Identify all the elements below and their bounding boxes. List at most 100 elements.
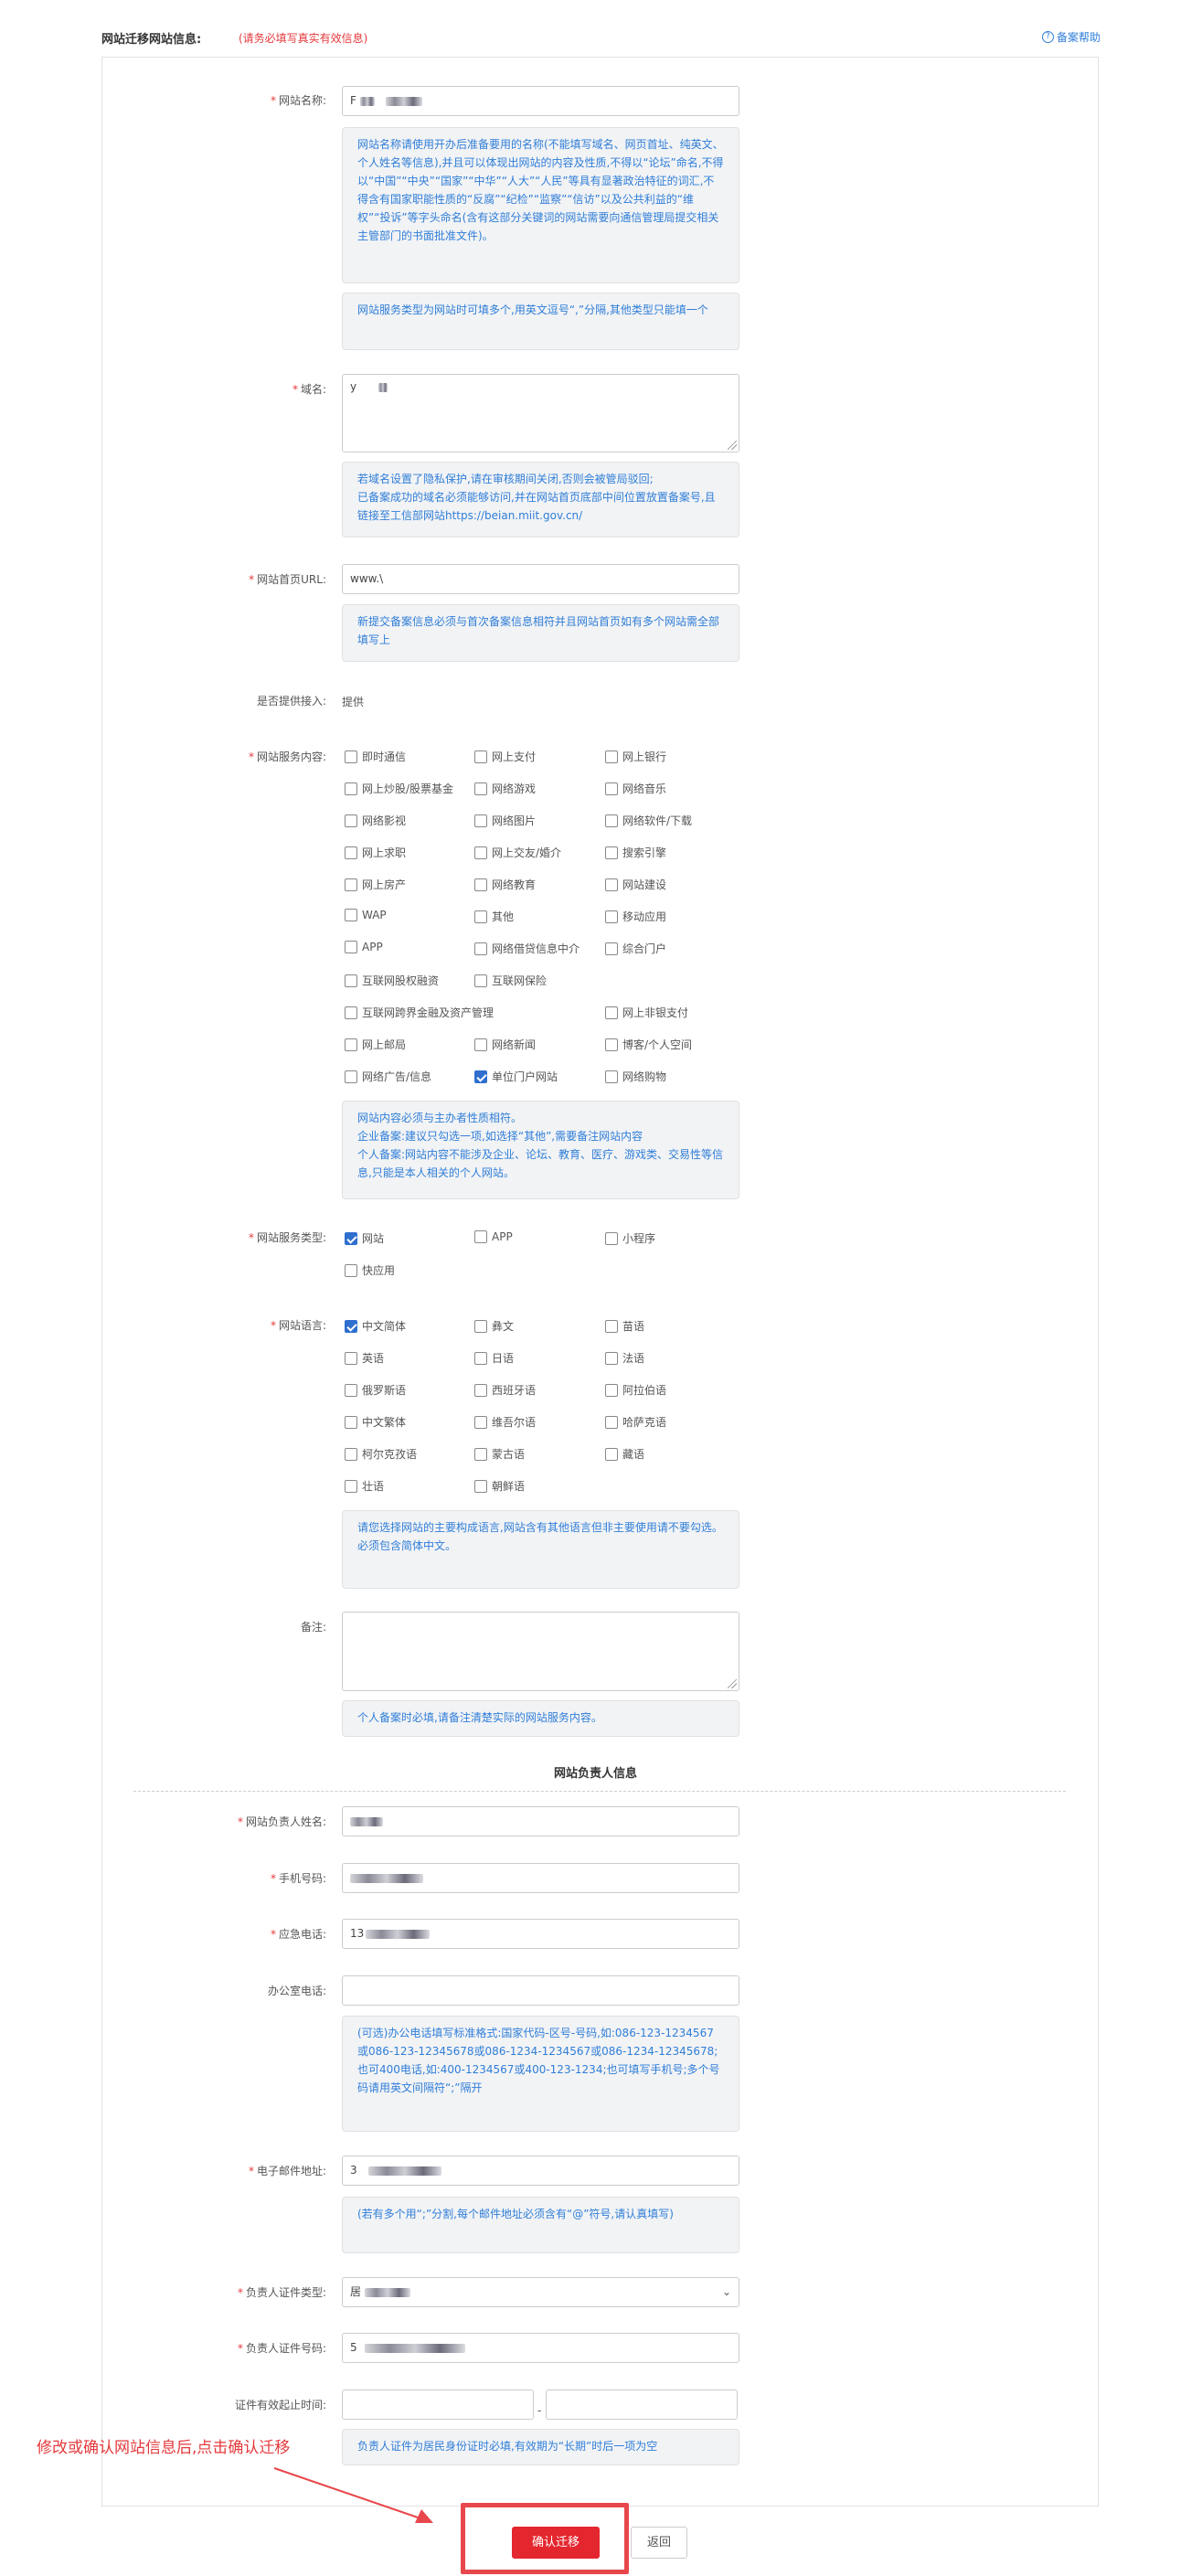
service-type-checkbox[interactable]: 网站 <box>345 1230 384 1246</box>
language-checkbox[interactable]: 中文繁体 <box>345 1414 406 1430</box>
service-content-checkbox[interactable]: 单位门户网站 <box>474 1069 558 1084</box>
checkbox-icon[interactable] <box>605 1006 618 1019</box>
service-content-checkbox[interactable]: 网上炒股/股票基金 <box>345 781 453 796</box>
service-content-checkbox[interactable]: 互联网跨界金融及资产管理 <box>345 1005 494 1020</box>
checkbox-icon[interactable] <box>474 910 487 923</box>
checkbox-icon[interactable] <box>345 782 357 795</box>
checkbox-icon[interactable] <box>605 750 618 763</box>
checkbox-icon[interactable] <box>345 1383 357 1397</box>
checkbox-icon[interactable] <box>474 1415 487 1429</box>
checkbox-icon[interactable] <box>605 1319 618 1333</box>
home-url-input[interactable]: www.\ <box>342 564 739 594</box>
checkbox-icon[interactable] <box>474 878 487 891</box>
service-content-checkbox[interactable]: 网络教育 <box>474 877 536 892</box>
language-checkbox[interactable]: 柯尔克孜语 <box>345 1446 417 1462</box>
checkbox-icon[interactable] <box>345 1351 357 1365</box>
service-content-checkbox[interactable]: 网上求职 <box>345 845 406 860</box>
checkbox-icon[interactable] <box>345 814 357 827</box>
office-phone-input[interactable] <box>342 1975 739 2006</box>
checkbox-icon[interactable] <box>345 846 357 859</box>
checkbox-icon[interactable] <box>605 910 618 923</box>
checkbox-icon[interactable] <box>345 1006 357 1019</box>
email-input[interactable]: 3 <box>342 2156 739 2186</box>
checkbox-icon[interactable] <box>605 878 618 891</box>
checkbox-icon[interactable] <box>474 1447 487 1461</box>
checkbox-icon[interactable] <box>605 814 618 827</box>
language-checkbox[interactable]: 朝鲜语 <box>474 1478 525 1494</box>
service-content-checkbox[interactable]: 网络新闻 <box>474 1037 536 1052</box>
checkbox-checked-icon[interactable] <box>345 1319 357 1333</box>
checkbox-icon[interactable] <box>474 1351 487 1365</box>
language-checkbox[interactable]: 苗语 <box>605 1318 644 1334</box>
service-content-checkbox[interactable]: APP <box>345 941 383 953</box>
checkbox-icon[interactable] <box>474 782 487 795</box>
resize-grip-icon[interactable] <box>728 1679 737 1688</box>
checkbox-icon[interactable] <box>345 909 357 921</box>
language-checkbox[interactable]: 维吾尔语 <box>474 1414 536 1430</box>
language-checkbox[interactable]: 日语 <box>474 1350 514 1366</box>
checkbox-icon[interactable] <box>345 974 357 987</box>
service-content-checkbox[interactable]: 网上邮局 <box>345 1037 406 1052</box>
emergency-phone-input[interactable]: 13 <box>342 1919 739 1949</box>
id-valid-end-input[interactable] <box>546 2390 738 2420</box>
service-content-checkbox[interactable]: 网络图片 <box>474 813 536 828</box>
service-content-checkbox[interactable]: 搜索引擎 <box>605 845 666 860</box>
site-name-input[interactable]: F <box>342 86 739 116</box>
service-content-checkbox[interactable]: 网上房产 <box>345 877 406 892</box>
service-content-checkbox[interactable]: 网络音乐 <box>605 781 666 796</box>
help-link[interactable]: ? 备案帮助 <box>1041 29 1101 45</box>
checkbox-icon[interactable] <box>605 942 618 955</box>
checkbox-icon[interactable] <box>474 846 487 859</box>
language-checkbox[interactable]: 西班牙语 <box>474 1382 536 1398</box>
checkbox-icon[interactable] <box>345 878 357 891</box>
checkbox-icon[interactable] <box>345 1415 357 1429</box>
checkbox-icon[interactable] <box>345 941 357 953</box>
manager-name-input[interactable] <box>342 1806 739 1836</box>
service-content-checkbox[interactable]: 网上银行 <box>605 749 666 764</box>
checkbox-icon[interactable] <box>345 1479 357 1493</box>
checkbox-icon[interactable] <box>474 942 487 955</box>
service-content-checkbox[interactable]: 博客/个人空间 <box>605 1037 692 1052</box>
checkbox-icon[interactable] <box>474 1479 487 1493</box>
service-content-checkbox[interactable]: 网上支付 <box>474 749 536 764</box>
service-type-checkbox[interactable]: 小程序 <box>605 1230 655 1246</box>
checkbox-icon[interactable] <box>605 1447 618 1461</box>
resize-grip-icon[interactable] <box>728 441 737 450</box>
service-content-checkbox[interactable]: 移动应用 <box>605 909 666 924</box>
checkbox-icon[interactable] <box>474 814 487 827</box>
checkbox-icon[interactable] <box>474 750 487 763</box>
id-type-select[interactable]: 居 ⌄ <box>342 2277 739 2307</box>
service-content-checkbox[interactable]: 网络购物 <box>605 1069 666 1084</box>
checkbox-checked-icon[interactable] <box>474 1070 487 1083</box>
checkbox-icon[interactable] <box>345 1447 357 1461</box>
confirm-migrate-button[interactable]: 确认迁移 <box>512 2527 600 2559</box>
service-content-checkbox[interactable]: 综合门户 <box>605 941 666 956</box>
service-content-checkbox[interactable]: 网上非银支付 <box>605 1005 688 1020</box>
language-checkbox[interactable]: 蒙古语 <box>474 1446 525 1462</box>
language-checkbox[interactable]: 英语 <box>345 1350 384 1366</box>
service-content-checkbox[interactable]: WAP <box>345 909 387 921</box>
back-button[interactable]: 返回 <box>631 2527 687 2559</box>
domain-textarea[interactable]: y <box>342 374 739 452</box>
service-content-checkbox[interactable]: 网络借贷信息中介 <box>474 941 580 956</box>
checkbox-icon[interactable] <box>474 1230 487 1243</box>
checkbox-icon[interactable] <box>345 1038 357 1051</box>
remark-textarea[interactable] <box>342 1612 739 1691</box>
service-content-checkbox[interactable]: 网络游戏 <box>474 781 536 796</box>
checkbox-icon[interactable] <box>345 1070 357 1083</box>
language-checkbox[interactable]: 阿拉伯语 <box>605 1382 666 1398</box>
checkbox-icon[interactable] <box>605 1383 618 1397</box>
checkbox-icon[interactable] <box>474 1038 487 1051</box>
checkbox-icon[interactable] <box>605 846 618 859</box>
service-content-checkbox[interactable]: 网络影视 <box>345 813 406 828</box>
checkbox-icon[interactable] <box>474 1319 487 1333</box>
mobile-input[interactable] <box>342 1863 739 1893</box>
id-valid-start-input[interactable] <box>342 2390 534 2420</box>
checkbox-icon[interactable] <box>474 1383 487 1397</box>
service-type-checkbox[interactable]: 快应用 <box>345 1262 395 1278</box>
checkbox-icon[interactable] <box>345 750 357 763</box>
checkbox-checked-icon[interactable] <box>345 1231 357 1245</box>
service-content-checkbox[interactable]: 其他 <box>474 909 514 924</box>
service-content-checkbox[interactable]: 网络软件/下载 <box>605 813 692 828</box>
id-number-input[interactable]: 5 <box>342 2333 739 2363</box>
